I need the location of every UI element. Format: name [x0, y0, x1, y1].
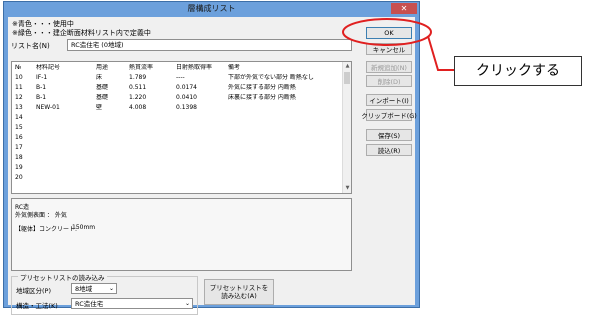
annotation-callout: クリックする — [454, 56, 582, 86]
annotation-overlay — [342, 18, 454, 71]
callout-line — [427, 35, 454, 71]
highlight-ellipse — [342, 18, 432, 46]
